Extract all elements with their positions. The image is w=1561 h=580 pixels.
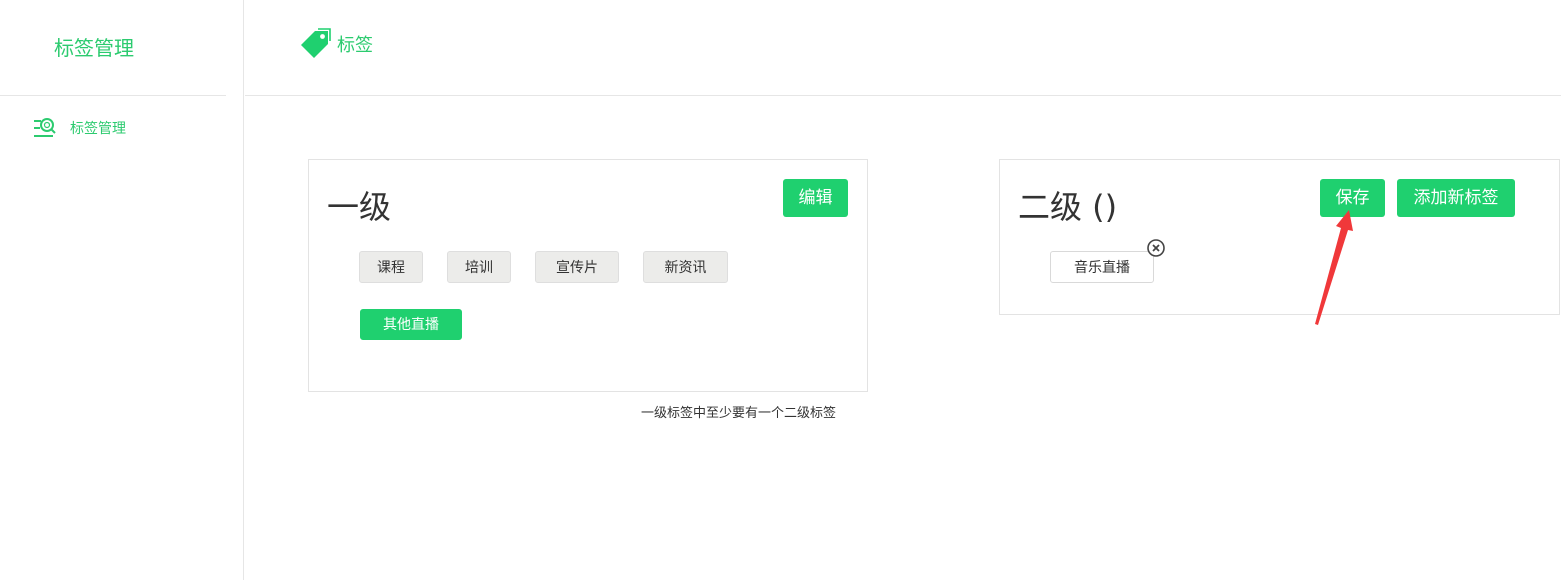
level1-panel: 一级 编辑 课程 培训 宣传片 新资讯 其他直播 xyxy=(308,159,868,392)
level1-tag[interactable]: 课程 xyxy=(359,251,423,283)
sidebar-divider xyxy=(0,95,226,96)
level2-tag[interactable]: 音乐直播 xyxy=(1050,251,1154,283)
header: 标签 xyxy=(245,0,1561,96)
app-title: 标签管理 xyxy=(54,36,134,60)
search-list-icon xyxy=(34,118,56,137)
level2-panel: 二级 () 保存 添加新标签 音乐直播 xyxy=(999,159,1560,315)
level1-title: 一级 xyxy=(327,188,392,226)
level1-tag[interactable]: 宣传片 xyxy=(535,251,619,283)
add-tag-button[interactable]: 添加新标签 xyxy=(1397,179,1515,217)
close-icon[interactable] xyxy=(1147,239,1165,257)
hint-text: 一级标签中至少要有一个二级标签 xyxy=(641,406,837,421)
sidebar-item-tag-management[interactable]: 标签管理 xyxy=(32,116,126,140)
level1-tag[interactable]: 新资讯 xyxy=(643,251,728,283)
level1-tag-selected[interactable]: 其他直播 xyxy=(360,309,462,340)
sidebar: 标签管理 标签管理 xyxy=(0,0,244,580)
tag-management-app: 标签管理 标签管理 标签 一级 编辑 课程 培训 宣传片 新资讯 其他直播 一级… xyxy=(0,0,1561,580)
level2-title: 二级 () xyxy=(1018,188,1118,226)
save-button[interactable]: 保存 xyxy=(1320,179,1385,217)
breadcrumb: 标签 xyxy=(299,28,373,60)
tag-icon xyxy=(301,28,331,58)
level1-tag[interactable]: 培训 xyxy=(447,251,511,283)
sidebar-item-label: 标签管理 xyxy=(70,121,126,137)
edit-button[interactable]: 编辑 xyxy=(783,179,848,217)
breadcrumb-label: 标签 xyxy=(337,35,373,56)
